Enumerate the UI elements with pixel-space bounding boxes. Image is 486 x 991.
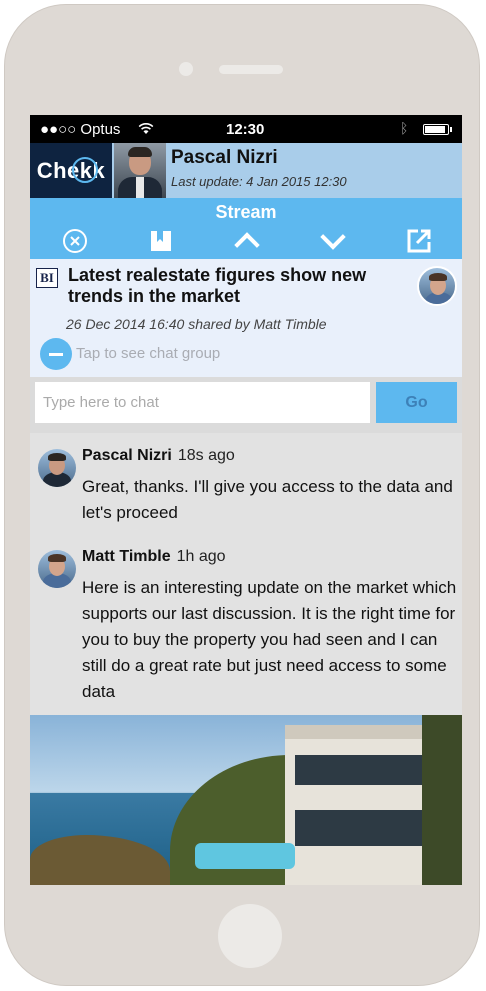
clock: 12:30 [226,121,265,138]
bookmark-icon[interactable] [146,226,176,256]
home-button[interactable] [218,904,282,968]
app-logo[interactable]: Chekk [30,143,112,198]
status-bar: ●●○○ Optus 12:30 ᛒ [30,115,462,143]
front-camera [179,62,193,76]
earpiece-speaker [219,65,283,74]
chat-input[interactable] [35,382,370,423]
article-title[interactable]: Latest realestate figures show new trend… [68,265,398,307]
chat-compose-bar: Go [30,377,462,433]
message-time: 18s ago [177,447,235,464]
close-circle-icon[interactable] [60,226,90,256]
message-avatar[interactable] [38,550,76,588]
app-screen: ●●○○ Optus 12:30 ᛒ Chekk Pascal Nizri La… [30,115,462,885]
go-button[interactable]: Go [376,382,457,423]
message-author: Matt Timble [82,548,171,565]
message-list: Pascal Nizri 18s ago Great, thanks. I'll … [30,433,462,715]
message-author: Pascal Nizri [82,447,172,464]
message-author-line: Pascal Nizri 18s ago [82,447,235,465]
message-text: Here is an interesting update on the mar… [82,578,457,701]
battery-tip [450,127,452,132]
message-time: 1h ago [176,548,226,565]
chevron-down-icon[interactable] [318,224,348,256]
carrier-label: ●●○○ Optus [40,121,121,138]
wifi-icon [138,123,154,134]
toolbar-title: Stream [215,202,277,222]
message-avatar[interactable] [38,449,76,487]
property-photo[interactable] [30,715,462,885]
collapse-chat-group-button[interactable] [40,338,72,370]
app-header: Chekk Pascal Nizri Last update: 4 Jan 20… [30,143,462,198]
chevron-up-icon[interactable] [232,226,262,258]
user-name: Pascal Nizri [171,147,278,168]
last-update-label: Last update: 4 Jan 2015 12:30 [171,174,347,189]
user-avatar[interactable] [114,143,166,198]
article-meta: 26 Dec 2014 16:40 shared by Matt Timble [66,316,327,332]
share-icon[interactable] [404,226,434,256]
logo-ring [72,157,98,183]
sharer-avatar[interactable] [417,266,457,306]
message-author-line: Matt Timble 1h ago [82,548,226,566]
battery-icon [423,124,449,135]
stream-toolbar: Stream [30,198,462,259]
bluetooth-icon: ᛒ [400,120,409,136]
message-text: Great, thanks. I'll give you access to t… [82,477,453,522]
article-card[interactable]: BI Latest realestate figures show new tr… [30,259,462,377]
source-badge: BI [36,268,58,288]
chat-group-hint[interactable]: Tap to see chat group [76,345,220,362]
